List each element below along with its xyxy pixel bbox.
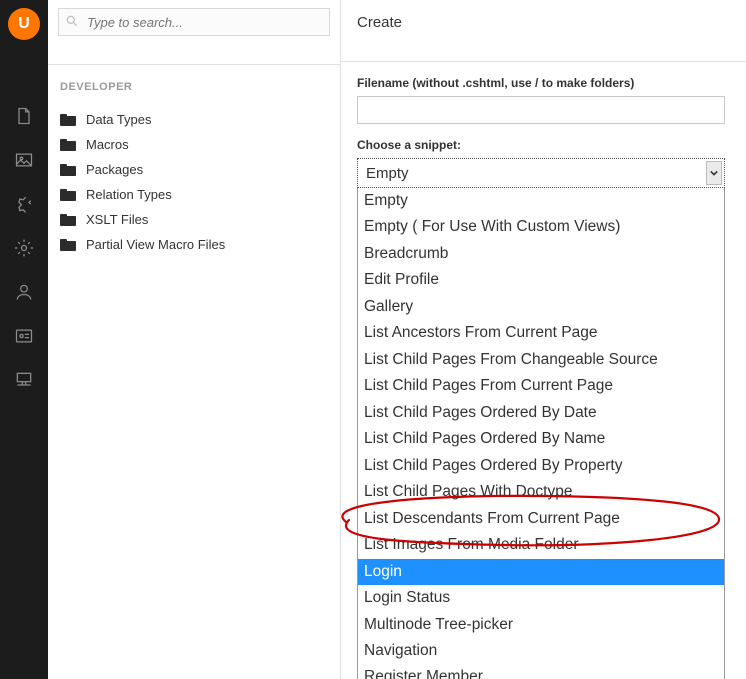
developer-section-icon[interactable] xyxy=(12,236,36,260)
tree-item[interactable]: Data Types xyxy=(58,107,330,132)
folder-icon xyxy=(60,239,76,251)
snippet-option[interactable]: List Images From Media Folder xyxy=(358,532,724,558)
main-header: Create xyxy=(341,0,746,62)
tree-item-label: XSLT Files xyxy=(86,212,148,227)
app-logo-letter: U xyxy=(18,15,30,33)
tree-items: Data Types Macros Packages Relation Types XS… xyxy=(58,107,330,257)
snippet-option[interactable]: List Ancestors From Current Page xyxy=(358,320,724,346)
forms-section-icon[interactable] xyxy=(12,368,36,392)
snippet-select[interactable]: Empty xyxy=(357,158,725,188)
folder-icon xyxy=(60,164,76,176)
snippet-option[interactable]: List Child Pages Ordered By Date xyxy=(358,400,724,426)
members-section-icon[interactable] xyxy=(12,324,36,348)
snippet-option[interactable]: Navigation xyxy=(358,638,724,664)
snippet-option[interactable]: Edit Profile xyxy=(358,267,724,293)
snippet-option[interactable]: List Child Pages Ordered By Name xyxy=(358,426,724,452)
snippet-option[interactable]: Login Status xyxy=(358,585,724,611)
tree-item-label: Partial View Macro Files xyxy=(86,237,225,252)
snippet-option[interactable]: Login xyxy=(358,559,724,585)
tree-item[interactable]: Packages xyxy=(58,157,330,182)
snippet-option[interactable]: List Child Pages With Doctype xyxy=(358,479,724,505)
search-input[interactable] xyxy=(58,8,330,36)
snippet-label: Choose a snippet: xyxy=(357,138,730,152)
snippet-option[interactable]: List Child Pages Ordered By Property xyxy=(358,453,724,479)
filename-input[interactable] xyxy=(357,96,725,124)
media-section-icon[interactable] xyxy=(12,148,36,172)
snippet-option[interactable]: Empty ( For Use With Custom Views) xyxy=(358,214,724,240)
snippet-option[interactable]: Register Member xyxy=(358,664,724,679)
chevron-down-icon xyxy=(706,161,722,185)
folder-icon xyxy=(60,189,76,201)
app-icon-rail: U xyxy=(0,0,48,679)
snippet-option[interactable]: Multinode Tree-picker xyxy=(358,612,724,638)
snippet-option[interactable]: List Descendants From Current Page xyxy=(358,506,724,532)
tree-item[interactable]: Relation Types xyxy=(58,182,330,207)
search-icon xyxy=(65,14,79,28)
settings-section-icon[interactable] xyxy=(12,192,36,216)
tree-item[interactable]: Macros xyxy=(58,132,330,157)
filename-label: Filename (without .cshtml, use / to make… xyxy=(357,76,730,90)
search-box xyxy=(58,8,330,36)
tree-item-label: Macros xyxy=(86,137,129,152)
page-title: Create xyxy=(357,14,730,31)
tree-section-header: DEVELOPER xyxy=(58,81,330,93)
folder-icon xyxy=(60,139,76,151)
folder-icon xyxy=(60,114,76,126)
snippet-selected-value: Empty xyxy=(366,165,409,182)
tree-item-label: Packages xyxy=(86,162,143,177)
tree-item-label: Data Types xyxy=(86,112,152,127)
snippet-option[interactable]: Empty xyxy=(358,188,724,214)
snippet-option[interactable]: List Child Pages From Current Page xyxy=(358,373,724,399)
snippet-option[interactable]: Breadcrumb xyxy=(358,241,724,267)
snippet-option[interactable]: List Child Pages From Changeable Source xyxy=(358,347,724,373)
tree-item[interactable]: Partial View Macro Files xyxy=(58,232,330,257)
users-section-icon[interactable] xyxy=(12,280,36,304)
snippet-option[interactable]: Gallery xyxy=(358,294,724,320)
tree-item[interactable]: XSLT Files xyxy=(58,207,330,232)
content-section-icon[interactable] xyxy=(12,104,36,128)
tree-panel: DEVELOPER Data Types Macros Packages Relati… xyxy=(48,0,341,679)
app-logo[interactable]: U xyxy=(8,8,40,40)
main-body: Filename (without .cshtml, use / to make… xyxy=(341,62,746,679)
main-panel: Create Filename (without .cshtml, use / … xyxy=(341,0,746,679)
tree-item-label: Relation Types xyxy=(86,187,172,202)
snippet-dropdown-list: EmptyEmpty ( For Use With Custom Views)B… xyxy=(357,188,725,679)
folder-icon xyxy=(60,214,76,226)
